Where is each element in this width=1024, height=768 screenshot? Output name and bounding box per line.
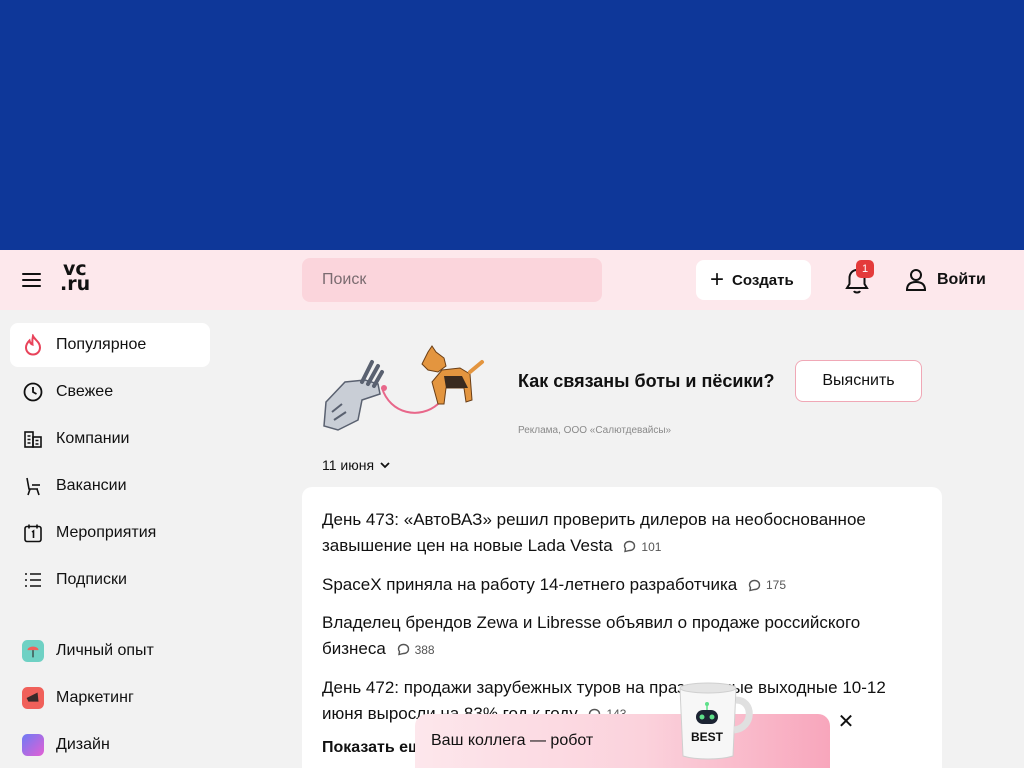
sidebar-item-vacancies[interactable]: Вакансии — [10, 464, 210, 508]
comment-count: 388 — [397, 637, 435, 663]
search-input[interactable] — [302, 258, 602, 302]
sidebar-item-subscriptions[interactable]: Подписки — [10, 558, 210, 602]
logo-line-2: .ru — [60, 273, 91, 295]
chevron-down-icon — [380, 462, 390, 469]
top-ad-banner[interactable] — [0, 0, 1024, 250]
plus-icon: + — [710, 266, 725, 293]
sidebar-item-label: Мероприятия — [56, 524, 157, 541]
sidebar-item-popular[interactable]: Популярное — [10, 323, 210, 367]
sidebar-item-label: Популярное — [56, 336, 147, 353]
robot-dog-illustration — [323, 345, 484, 431]
promo-cta-button[interactable]: Выяснить — [795, 360, 922, 402]
news-title: SpaceX приняла на работу 14-летнего разр… — [322, 574, 738, 594]
sidebar-item-fresh[interactable]: Свежее — [10, 370, 210, 414]
megaphone-icon — [22, 687, 44, 709]
sidebar-item-companies[interactable]: Компании — [10, 417, 210, 461]
comment-icon — [397, 643, 409, 656]
design-icon — [22, 734, 44, 756]
login-button[interactable]: Войти — [905, 267, 986, 293]
flame-icon — [22, 334, 44, 356]
news-item[interactable]: SpaceX приняла на работу 14-летнего разр… — [322, 572, 922, 599]
site-header: vc .ru + Создать 1 Войти — [0, 250, 1024, 310]
comment-count-value: 175 — [766, 578, 787, 593]
sidebar-item-label: Компании — [56, 430, 130, 447]
comment-icon — [624, 540, 636, 553]
sidebar-item-label: Подписки — [56, 571, 127, 588]
clock-icon — [22, 381, 44, 403]
promo-toast[interactable]: Ваш коллега — робот BEST — [415, 682, 830, 768]
sidebar-topic-personal-experience[interactable]: Личный опыт — [10, 629, 210, 673]
news-item[interactable]: День 473: «АвтоВАЗ» решил проверить диле… — [322, 507, 922, 560]
list-icon — [22, 569, 44, 591]
parachute-icon — [22, 640, 44, 662]
date-selector[interactable]: 11 июня — [322, 457, 390, 473]
sidebar-item-label: Свежее — [56, 383, 114, 400]
news-item[interactable]: Владелец брендов Zewa и Libresse объявил… — [322, 610, 922, 663]
menu-icon[interactable] — [22, 270, 42, 290]
login-label: Войти — [937, 271, 986, 288]
ad-disclaimer: Реклама, ООО «Салютдевайсы» — [518, 425, 672, 436]
sidebar-topic-marketing[interactable]: Маркетинг — [10, 676, 210, 720]
promo-title: Как связаны боты и пёсики? — [518, 371, 775, 391]
sidebar-item-events[interactable]: Мероприятия — [10, 511, 210, 555]
calendar-icon — [22, 522, 44, 544]
mug-illustration: BEST — [679, 682, 753, 760]
buildings-icon — [22, 428, 44, 450]
comment-icon — [748, 579, 761, 591]
create-button-label: Создать — [732, 271, 794, 289]
toast-text: Ваш коллега — робот — [431, 732, 594, 749]
promo-block: Как связаны боты и пёсики? Выяснить Рекл… — [302, 330, 942, 445]
sidebar-item-label: Личный опыт — [56, 642, 154, 659]
sidebar-item-label: Дизайн — [56, 736, 110, 753]
chair-icon — [22, 475, 44, 497]
sidebar: Популярное Свежее Компании Вакансии Меро… — [10, 323, 210, 768]
news-title: День 473: «АвтоВАЗ» решил проверить диле… — [322, 510, 866, 555]
site-logo[interactable]: vc .ru — [60, 260, 100, 298]
comment-count-value: 388 — [414, 642, 435, 657]
date-label: 11 июня — [322, 457, 375, 473]
sidebar-topic-design[interactable]: Дизайн — [10, 723, 210, 767]
comment-count-value: 101 — [641, 539, 662, 554]
sidebar-item-label: Маркетинг — [56, 689, 134, 706]
comment-count: 101 — [623, 534, 661, 560]
sidebar-item-label: Вакансии — [56, 477, 127, 494]
close-icon[interactable]: ✕ — [836, 712, 856, 732]
user-icon — [905, 269, 927, 291]
notification-badge: 1 — [856, 260, 874, 278]
create-button[interactable]: + Создать — [696, 260, 811, 300]
comment-count: 175 — [748, 572, 786, 598]
mug-text: BEST — [691, 730, 724, 744]
